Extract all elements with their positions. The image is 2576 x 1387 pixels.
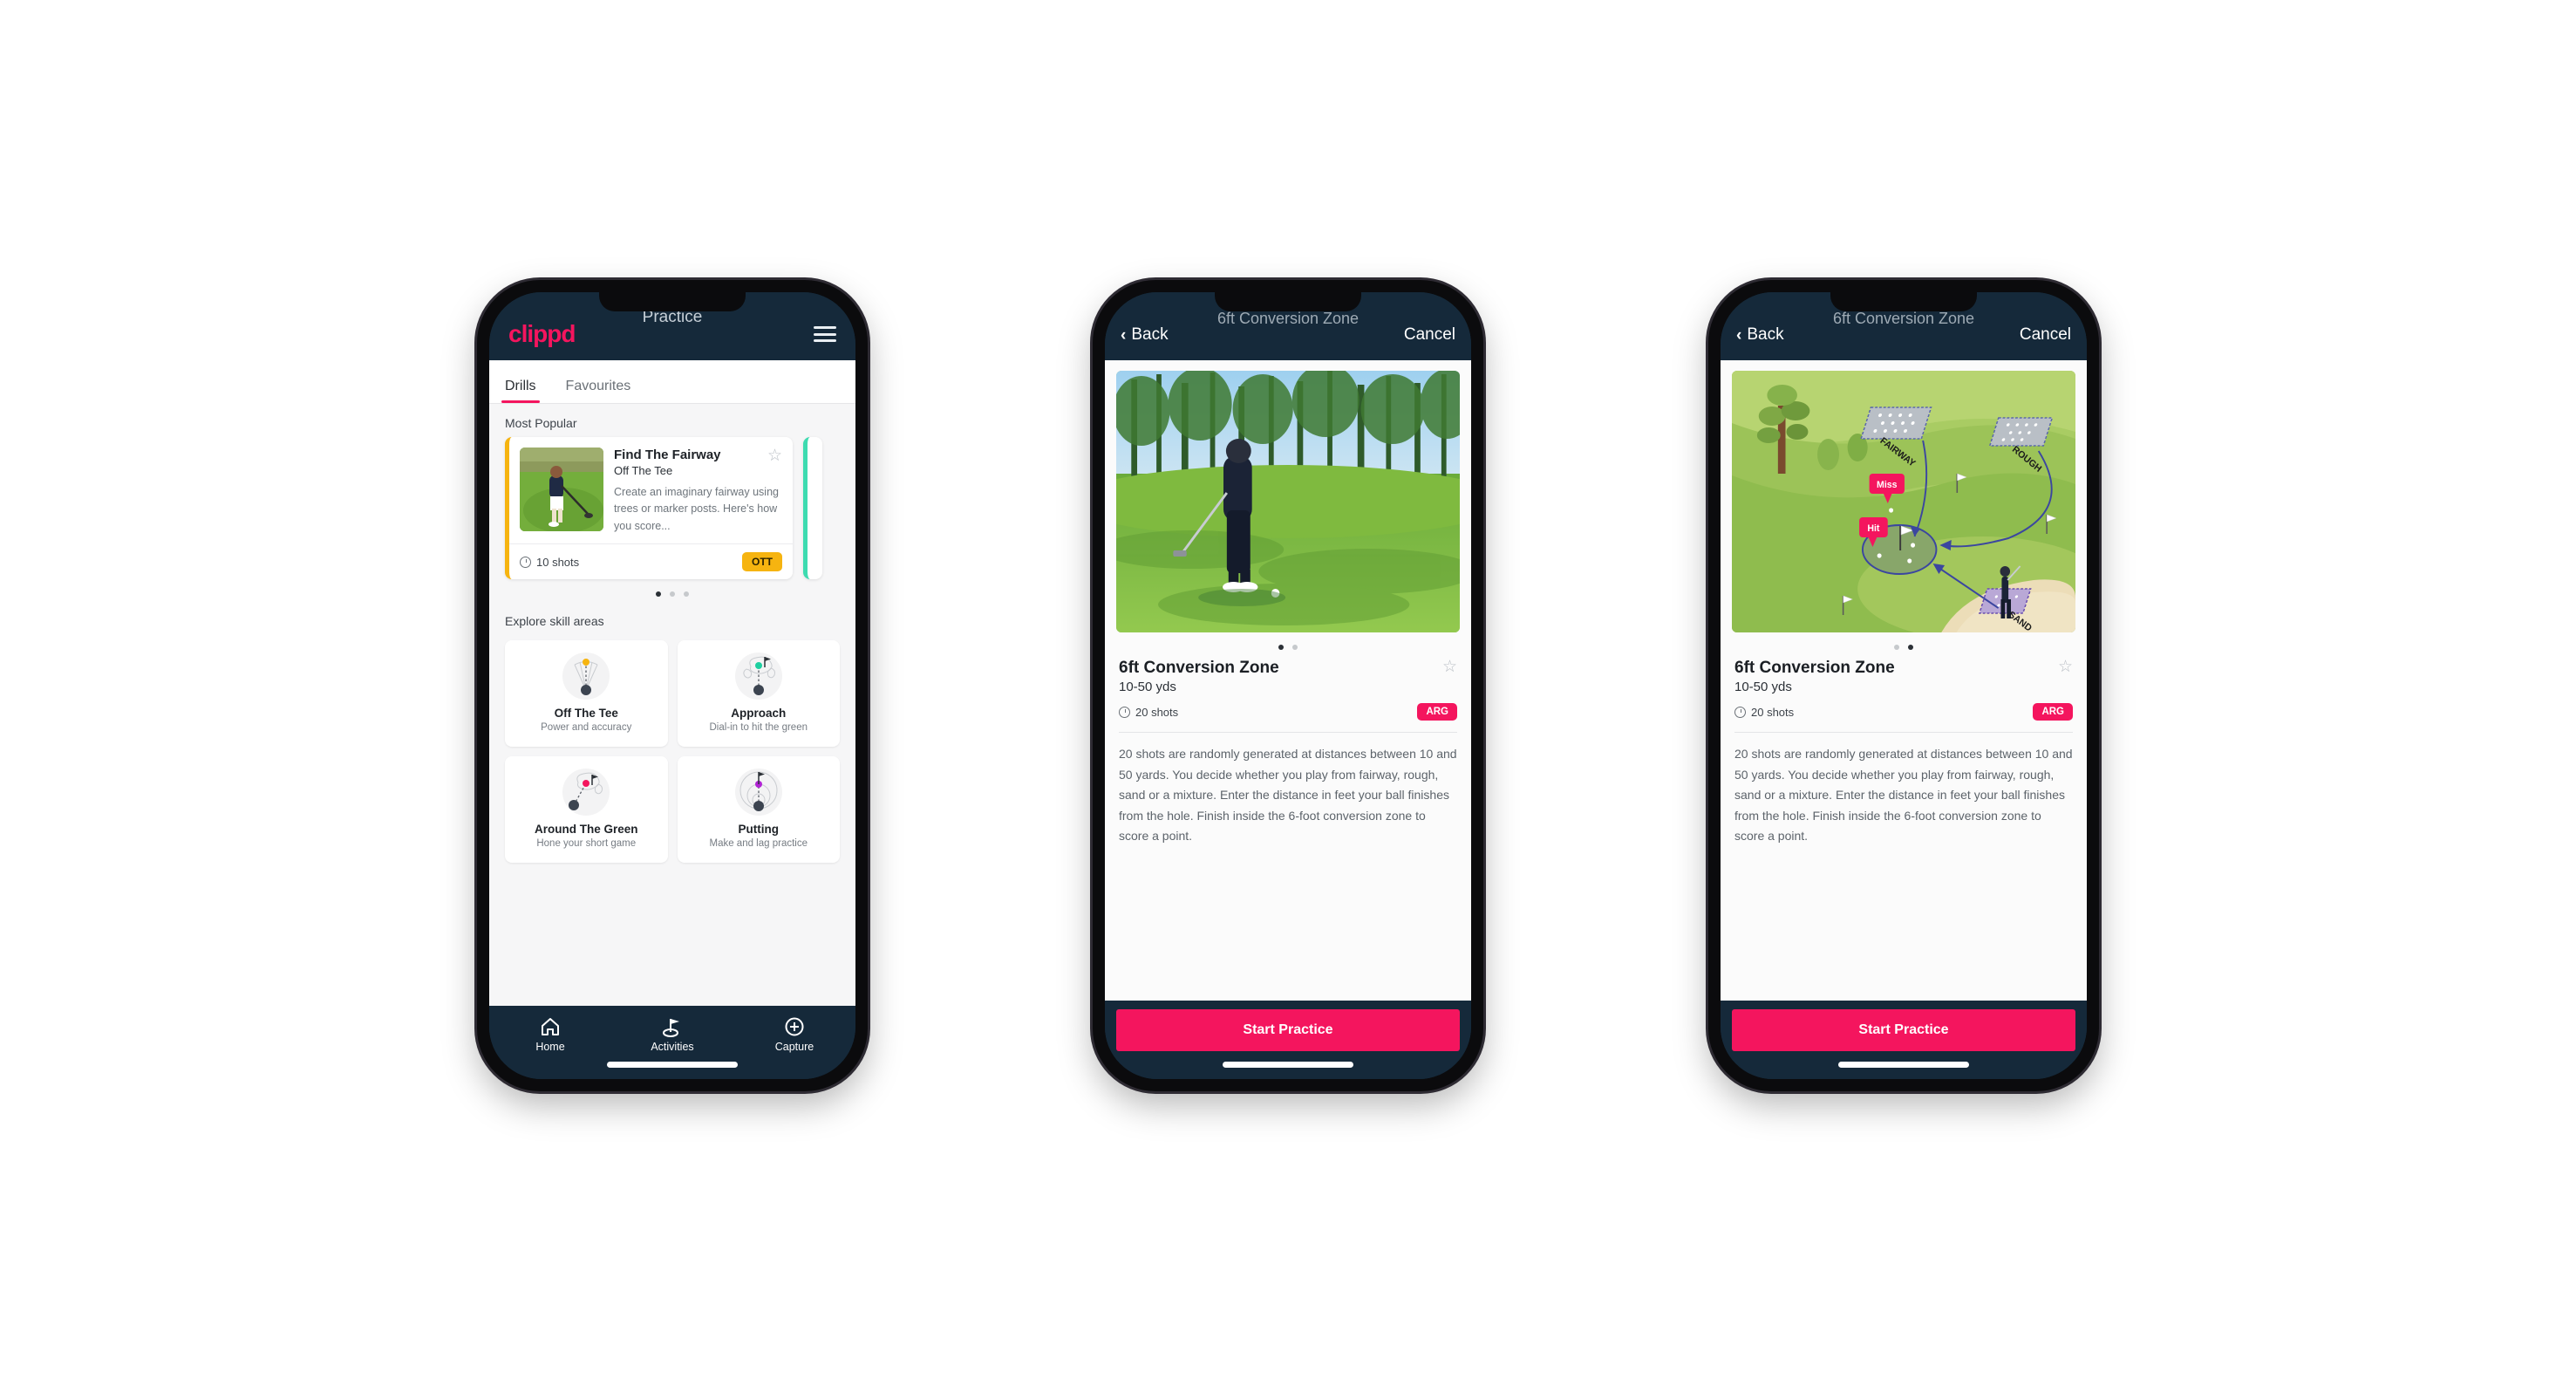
skill-name: Around The Green (534, 823, 638, 837)
tabbar-item-home[interactable]: Home (489, 1016, 611, 1053)
skill-name: Off The Tee (554, 707, 618, 721)
skill-desc: Dial-in to hit the green (709, 722, 808, 734)
practice-screen: Drills Favourites Most Popular Find The … (489, 360, 855, 1006)
shots-label: 10 shots (536, 555, 580, 569)
clock-icon (520, 556, 531, 568)
clock-icon (1119, 706, 1130, 718)
start-practice-button[interactable]: Start Practice (1732, 1009, 2075, 1051)
star-outline-icon[interactable]: ☆ (1442, 659, 1457, 675)
approach-icon (734, 653, 782, 700)
svg-text:Miss: Miss (1877, 480, 1897, 490)
tabbar-label: Activities (651, 1041, 694, 1053)
drill-card[interactable]: Find The Fairway Off The Tee ☆ Create an… (505, 437, 793, 580)
drill-media-photo[interactable] (1116, 371, 1460, 632)
drill-shot-count: 20 shots (1119, 706, 1178, 719)
svg-text:Hit: Hit (1867, 523, 1879, 534)
media-dot-1[interactable] (1278, 645, 1284, 650)
star-outline-icon[interactable]: ☆ (767, 448, 782, 464)
phone-notch (1830, 292, 1977, 311)
home-indicator (1838, 1062, 1969, 1068)
off-the-tee-icon (562, 653, 610, 700)
skill-name: Putting (738, 823, 780, 837)
chevron-left-icon: ‹ (1121, 325, 1127, 345)
bottom-tab-bar: Home Activities Capture (489, 1006, 855, 1079)
phone-notch (599, 292, 746, 311)
skill-desc: Power and accuracy (541, 722, 632, 734)
drill-detail-title: 6ft Conversion Zone (1119, 659, 1279, 677)
section-most-popular: Most Popular (505, 416, 577, 430)
home-indicator (1223, 1062, 1353, 1068)
carousel-dot-1[interactable] (656, 591, 661, 598)
skill-card-around-the-green[interactable]: Around The Green Hone your short game (505, 756, 668, 864)
drill-media-diagram[interactable]: FAIRWAY ROUGH SAND Miss Hit (1732, 371, 2075, 632)
shots-label: 20 shots (1751, 705, 1795, 719)
cancel-button[interactable]: Cancel (1404, 325, 1455, 345)
clock-icon (1734, 706, 1746, 718)
putting-icon (734, 769, 782, 816)
golf-flag-icon (663, 1019, 679, 1037)
section-explore-skill-areas: Explore skill areas (505, 614, 604, 629)
shots-label: 20 shots (1135, 705, 1179, 719)
drill-distance: 10-50 yds (1734, 680, 1792, 694)
drill-distance: 10-50 yds (1119, 680, 1176, 694)
skill-card-approach[interactable]: Approach Dial-in to hit the green (677, 640, 840, 748)
hamburger-icon[interactable] (814, 326, 836, 342)
media-dots (1721, 632, 2087, 655)
skill-name: Approach (731, 707, 787, 721)
drill-shot-count: 20 shots (1734, 706, 1794, 719)
media-dot-2[interactable] (1292, 645, 1298, 650)
tabbar-item-activities[interactable]: Activities (611, 1016, 733, 1053)
cancel-button[interactable]: Cancel (2020, 325, 2071, 345)
back-button[interactable]: ‹ Back (1121, 325, 1169, 345)
drill-title: Find The Fairway (614, 448, 721, 462)
start-practice-button[interactable]: Start Practice (1116, 1009, 1460, 1051)
plus-circle-icon (785, 1017, 804, 1036)
drill-shot-count: 10 shots (520, 556, 579, 569)
media-dot-1[interactable] (1894, 645, 1899, 650)
back-button[interactable]: ‹ Back (1736, 325, 1784, 345)
tab-favourites[interactable]: Favourites (566, 379, 645, 403)
star-outline-icon[interactable]: ☆ (2058, 659, 2073, 675)
drill-description: 20 shots are randomly generated at dista… (1119, 747, 1457, 844)
back-label: Back (1131, 325, 1169, 344)
home-indicator (607, 1062, 738, 1068)
tabbar-label: Home (535, 1041, 565, 1053)
drill-detail-title: 6ft Conversion Zone (1734, 659, 1895, 677)
detail-screen: FAIRWAY ROUGH SAND Miss Hit 6ft Conversi… (1721, 360, 2087, 1001)
drill-card-next-peek[interactable] (803, 437, 822, 580)
drill-description: Create an imaginary fairway using trees … (614, 486, 779, 532)
phone-2-drill-detail: ‹ Back 6ft Conversion Zone Cancel 6ft Co… (1093, 280, 1483, 1091)
skill-badge-arg: ARG (1417, 703, 1457, 721)
drill-thumbnail (520, 448, 603, 531)
drill-carousel[interactable]: Find The Fairway Off The Tee ☆ Create an… (489, 437, 855, 580)
around-the-green-icon (562, 769, 610, 816)
chevron-left-icon: ‹ (1736, 325, 1742, 345)
media-dot-2[interactable] (1908, 645, 1913, 650)
media-dots (1105, 632, 1471, 655)
skill-card-off-the-tee[interactable]: Off The Tee Power and accuracy (505, 640, 668, 748)
tab-strip: Drills Favourites (489, 360, 855, 404)
carousel-dots (489, 579, 855, 602)
tabbar-label: Capture (774, 1041, 814, 1053)
skill-desc: Make and lag practice (709, 838, 808, 850)
detail-screen: 6ft Conversion Zone 10-50 yds ☆ 20 shots… (1105, 360, 1471, 1001)
home-icon (542, 1018, 559, 1035)
phone-1-practice-list: clippd Practice Drills Favourites Most P… (477, 280, 868, 1091)
skill-card-putting[interactable]: Putting Make and lag practice (677, 756, 840, 864)
carousel-dot-2[interactable] (670, 591, 675, 598)
screenshot-canvas: clippd Practice Drills Favourites Most P… (0, 0, 2576, 1387)
phone-notch (1215, 292, 1361, 311)
tab-drills[interactable]: Drills (501, 379, 550, 403)
carousel-dot-3[interactable] (684, 591, 689, 598)
skill-badge-arg: ARG (2033, 703, 2073, 721)
back-label: Back (1747, 325, 1784, 344)
phone-3-drill-detail-diagram: ‹ Back 6ft Conversion Zone Cancel FAIRWA… (1708, 280, 2099, 1091)
tabbar-item-capture[interactable]: Capture (733, 1016, 855, 1053)
drill-description: 20 shots are randomly generated at dista… (1734, 747, 2073, 844)
skill-badge-ott: OTT (742, 552, 782, 572)
skill-desc: Hone your short game (536, 838, 637, 850)
skill-area-grid: Off The Tee Power and accuracy Approach … (489, 635, 855, 875)
drill-category: Off The Tee (614, 464, 673, 477)
clippd-logo[interactable]: clippd (508, 322, 576, 346)
